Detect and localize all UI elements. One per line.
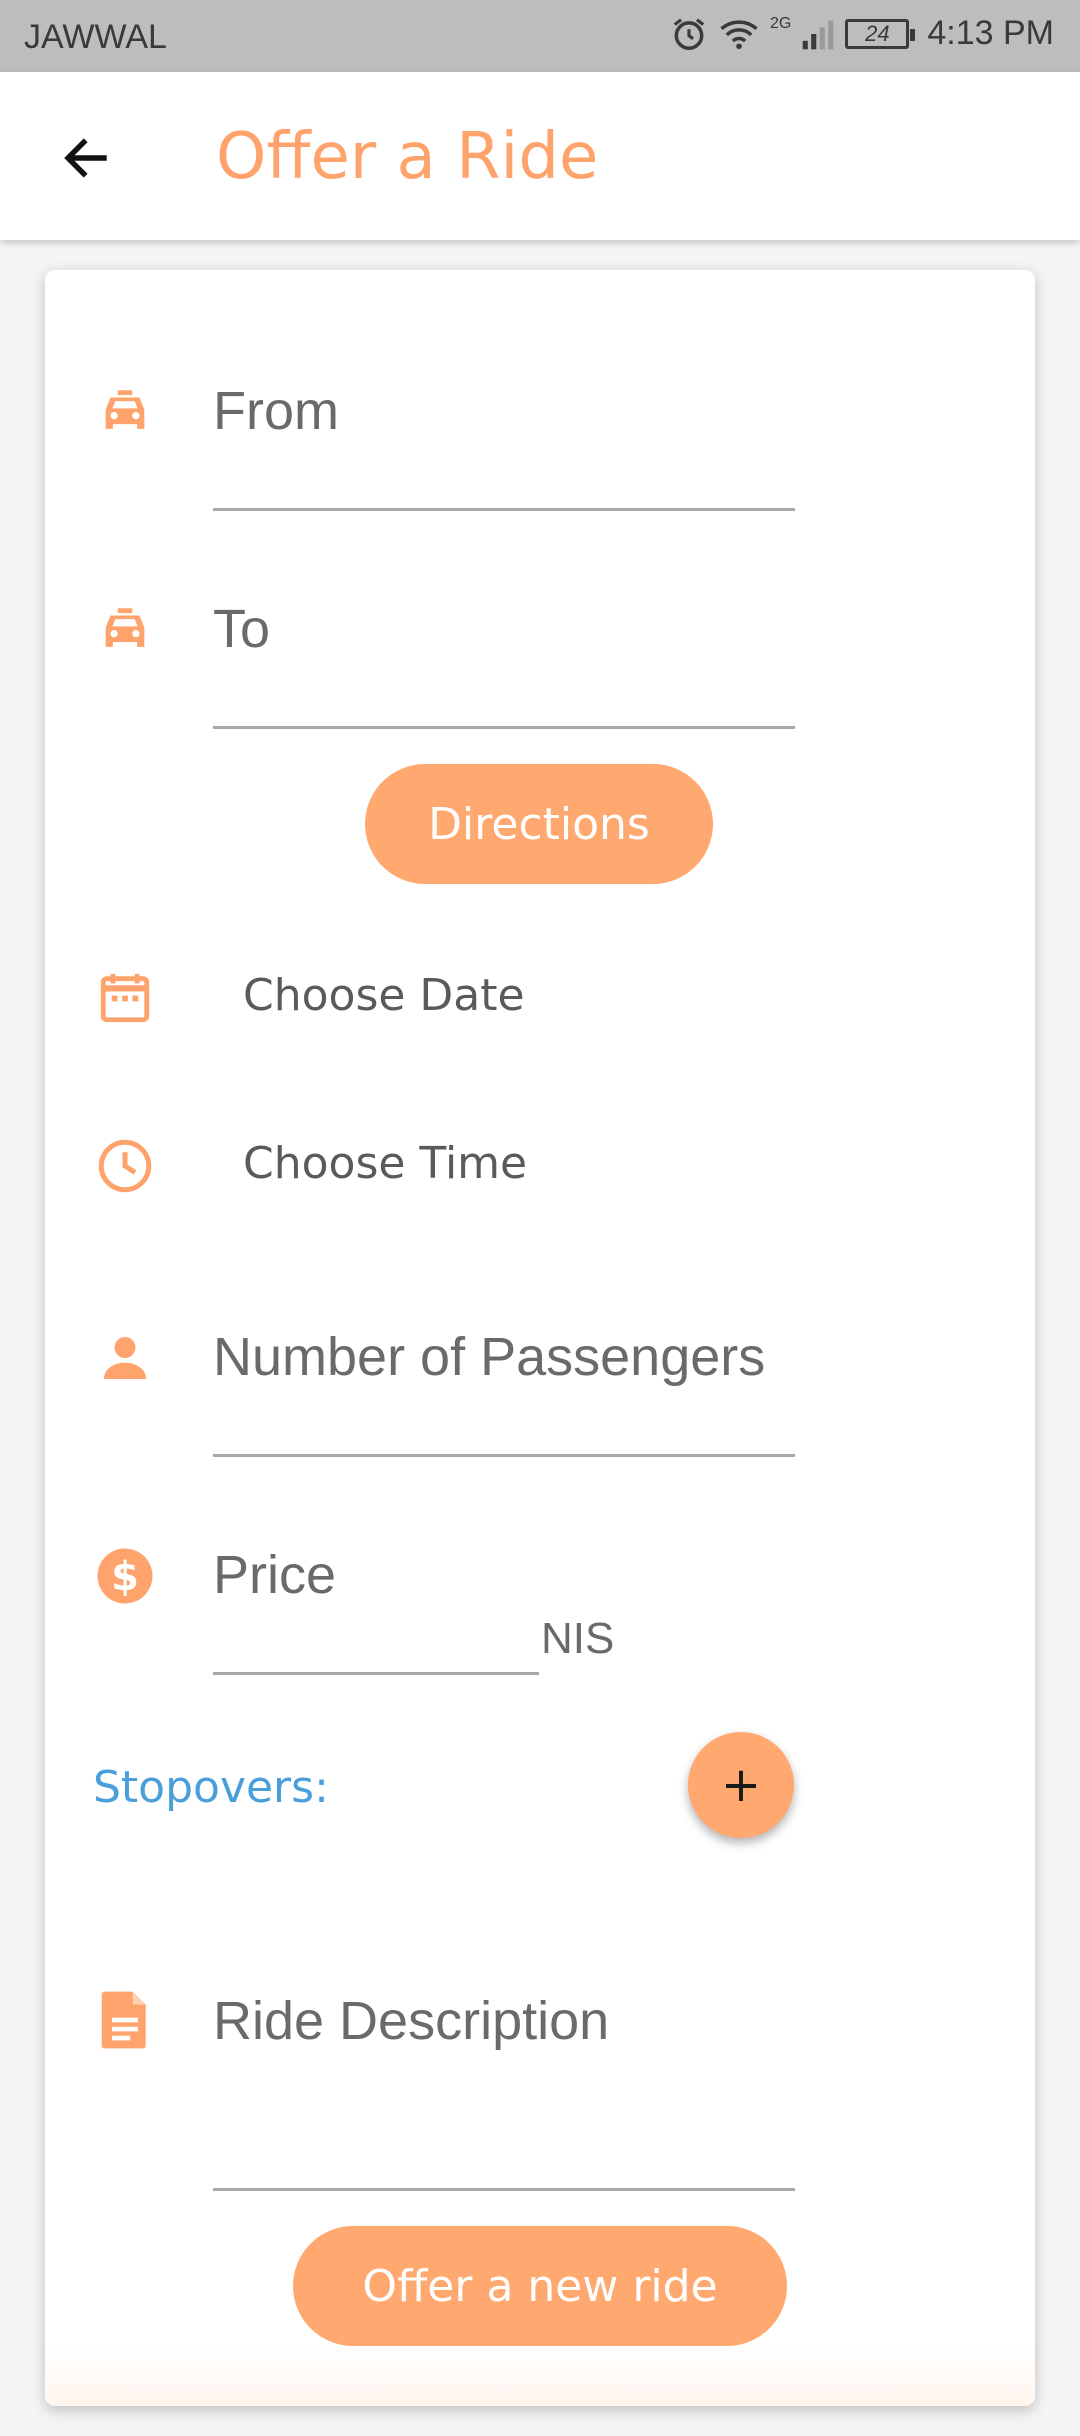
dollar-icon: $ [95,1546,155,1606]
clock-time: 4:13 PM [927,14,1054,52]
to-underline [213,726,795,729]
status-icons: 2G 24 4:13 PM [670,14,1054,53]
card-bottom-fade [45,2346,1035,2406]
taxi-icon [95,382,155,442]
passengers-placeholder: Number of Passengers [213,1327,766,1387]
to-placeholder: To [213,599,271,659]
battery-level: 24 [865,20,890,46]
calendar-icon [95,968,155,1028]
app-bar: Offer a Ride [0,72,1080,240]
choose-time-button[interactable]: Choose Time [243,1138,527,1189]
wifi-icon [718,15,760,53]
description-underline [213,2188,795,2191]
battery-icon: 24 [845,18,916,49]
status-bar: JAWWAL 2G 24 4:13 PM [0,0,1080,72]
taxi-icon [95,600,155,660]
signal-icon [801,17,835,51]
back-button[interactable] [46,120,126,200]
stopovers-label: Stopovers: [93,1762,329,1813]
price-placeholder: Price [213,1545,337,1605]
directions-button[interactable]: Directions [365,764,713,884]
document-icon [95,1990,155,2050]
plus-icon: + [720,1757,762,1813]
offer-new-ride-button[interactable]: Offer a new ride [293,2226,787,2346]
price-underline [213,1672,539,1675]
price-unit: NIS [541,1614,615,1663]
person-icon [95,1328,155,1388]
from-underline [213,508,795,511]
network-type-label: 2G [770,14,792,32]
description-placeholder: Ride Description [213,1991,610,2051]
passengers-underline [213,1454,795,1457]
page-title: Offer a Ride [216,120,599,194]
offer-ride-form: From To Directions Choose Date Choose Ti… [45,270,1035,2406]
clock-icon [95,1136,155,1196]
arrow-back-icon [59,131,113,189]
add-stopover-button[interactable]: + [688,1732,794,1838]
alarm-icon [670,15,708,53]
from-placeholder: From [213,381,339,441]
carrier-name: JAWWAL [24,18,167,56]
svg-text:$: $ [111,1554,139,1600]
choose-date-button[interactable]: Choose Date [243,970,525,1021]
